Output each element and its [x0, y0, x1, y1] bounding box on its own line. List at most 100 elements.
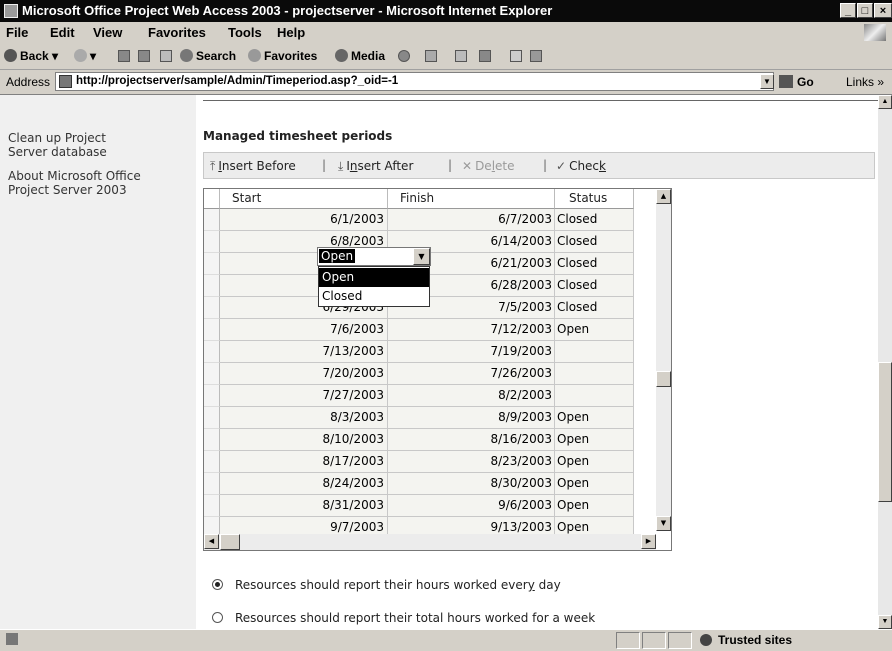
- go-button[interactable]: Go: [779, 75, 814, 89]
- start-cell[interactable]: 7/20/2003: [220, 363, 388, 385]
- status-cell[interactable]: [555, 385, 634, 407]
- row-selector[interactable]: [204, 297, 220, 319]
- finish-cell[interactable]: 8/23/2003: [388, 451, 555, 473]
- page-scroll-thumb[interactable]: [878, 362, 892, 502]
- search-button[interactable]: Search: [180, 49, 236, 63]
- insert-after-button[interactable]: ⤓ Insert After: [338, 159, 413, 174]
- row-selector[interactable]: [204, 429, 220, 451]
- status-cell[interactable]: Open: [555, 451, 634, 473]
- address-dropdown-button[interactable]: ▼: [760, 74, 774, 89]
- finish-cell[interactable]: 6/7/2003: [388, 209, 555, 231]
- start-cell[interactable]: 7/13/2003: [220, 341, 388, 363]
- maximize-button[interactable]: □: [857, 3, 873, 18]
- home-icon[interactable]: [160, 50, 172, 62]
- menu-view[interactable]: View: [93, 25, 122, 40]
- start-cell[interactable]: 6/1/2003: [220, 209, 388, 231]
- status-cell[interactable]: [555, 341, 634, 363]
- radio-unselected-icon[interactable]: [212, 612, 223, 623]
- status-cell[interactable]: Closed: [555, 297, 634, 319]
- start-cell[interactable]: 7/27/2003: [220, 385, 388, 407]
- sidebar-item-about[interactable]: About Microsoft Office Project Server 20…: [8, 169, 141, 197]
- scroll-left-arrow-icon[interactable]: ◀: [204, 534, 219, 549]
- row-selector[interactable]: [204, 385, 220, 407]
- status-cell[interactable]: Open: [555, 495, 634, 517]
- scroll-down-arrow-icon[interactable]: ▼: [656, 516, 671, 531]
- start-cell[interactable]: 8/24/2003: [220, 473, 388, 495]
- finish-cell[interactable]: 8/16/2003: [388, 429, 555, 451]
- row-selector[interactable]: [204, 407, 220, 429]
- check-button[interactable]: ✓ Check: [556, 159, 606, 173]
- table-row[interactable]: 8/17/2003 8/23/2003 Open: [204, 451, 634, 473]
- status-cell[interactable]: Open: [555, 319, 634, 341]
- menu-help[interactable]: Help: [277, 25, 305, 40]
- menu-file[interactable]: File: [6, 25, 28, 40]
- column-header-finish[interactable]: Finish: [388, 189, 555, 209]
- forward-button[interactable]: ▾: [74, 49, 96, 63]
- table-row[interactable]: 7/27/2003 8/2/2003: [204, 385, 634, 407]
- grid-hscroll-thumb[interactable]: [220, 534, 240, 550]
- row-selector[interactable]: [204, 253, 220, 275]
- row-selector[interactable]: [204, 231, 220, 253]
- row-selector[interactable]: [204, 451, 220, 473]
- status-cell[interactable]: Open: [555, 407, 634, 429]
- dropdown-option-closed[interactable]: Closed: [319, 287, 429, 306]
- finish-cell[interactable]: 8/2/2003: [388, 385, 555, 407]
- table-row[interactable]: 8/31/2003 9/6/2003 Open: [204, 495, 634, 517]
- scroll-up-arrow-icon[interactable]: ▲: [656, 189, 671, 204]
- chevron-down-icon[interactable]: ▼: [413, 248, 430, 265]
- minimize-button[interactable]: _: [840, 3, 856, 18]
- radio-selected-icon[interactable]: [212, 579, 223, 590]
- stop-icon[interactable]: [118, 50, 130, 62]
- finish-cell[interactable]: 9/6/2003: [388, 495, 555, 517]
- sidebar-item-cleanup[interactable]: Clean up Project Server database: [8, 131, 107, 159]
- grid-scroll-thumb[interactable]: [656, 371, 671, 387]
- status-cell[interactable]: Closed: [555, 253, 634, 275]
- row-selector[interactable]: [204, 319, 220, 341]
- row-selector[interactable]: [204, 473, 220, 495]
- status-cell[interactable]: Closed: [555, 231, 634, 253]
- finish-cell[interactable]: 7/19/2003: [388, 341, 555, 363]
- grid-vertical-scrollbar[interactable]: ▲ ▼: [656, 189, 671, 531]
- discuss-icon[interactable]: [510, 50, 522, 62]
- column-header-start[interactable]: Start: [220, 189, 388, 209]
- start-cell[interactable]: 8/31/2003: [220, 495, 388, 517]
- edit-icon[interactable]: [479, 50, 491, 62]
- table-row[interactable]: 7/6/2003 7/12/2003 Open: [204, 319, 634, 341]
- table-row[interactable]: 8/3/2003 8/9/2003 Open: [204, 407, 634, 429]
- refresh-icon[interactable]: [138, 50, 150, 62]
- menu-favorites[interactable]: Favorites: [148, 25, 206, 40]
- history-icon[interactable]: [398, 50, 410, 62]
- finish-cell[interactable]: 7/26/2003: [388, 363, 555, 385]
- table-row[interactable]: 8/24/2003 8/30/2003 Open: [204, 473, 634, 495]
- page-vertical-scrollbar[interactable]: ▲ ▼: [878, 95, 892, 629]
- start-cell[interactable]: 8/17/2003: [220, 451, 388, 473]
- table-row[interactable]: 8/10/2003 8/16/2003 Open: [204, 429, 634, 451]
- status-select[interactable]: Open ▼: [317, 247, 431, 266]
- row-selector[interactable]: [204, 363, 220, 385]
- back-button[interactable]: Back ▾: [4, 49, 58, 63]
- status-cell[interactable]: Closed: [555, 209, 634, 231]
- finish-cell[interactable]: 7/12/2003: [388, 319, 555, 341]
- print-icon[interactable]: [455, 50, 467, 62]
- finish-cell[interactable]: 8/30/2003: [388, 473, 555, 495]
- row-selector[interactable]: [204, 275, 220, 297]
- start-cell[interactable]: 7/6/2003: [220, 319, 388, 341]
- media-button[interactable]: Media: [335, 49, 385, 63]
- start-cell[interactable]: 8/10/2003: [220, 429, 388, 451]
- radio-report-daily[interactable]: Resources should report their hours work…: [212, 578, 561, 592]
- insert-before-button[interactable]: ⤒ Insert Before: [210, 159, 296, 174]
- status-cell[interactable]: Open: [555, 429, 634, 451]
- links-button[interactable]: Links »: [846, 75, 884, 89]
- row-selector[interactable]: [204, 209, 220, 231]
- table-row[interactable]: 7/20/2003 7/26/2003: [204, 363, 634, 385]
- close-button[interactable]: ×: [874, 3, 892, 18]
- row-selector[interactable]: [204, 495, 220, 517]
- messenger-icon[interactable]: [530, 50, 542, 62]
- status-cell[interactable]: Closed: [555, 275, 634, 297]
- address-input[interactable]: http://projectserver/sample/Admin/Timepe…: [55, 72, 774, 91]
- delete-button[interactable]: ✕ Delete: [462, 159, 515, 173]
- finish-cell[interactable]: 8/9/2003: [388, 407, 555, 429]
- favorites-button[interactable]: Favorites: [248, 49, 317, 63]
- menu-edit[interactable]: Edit: [50, 25, 75, 40]
- mail-icon[interactable]: [425, 50, 437, 62]
